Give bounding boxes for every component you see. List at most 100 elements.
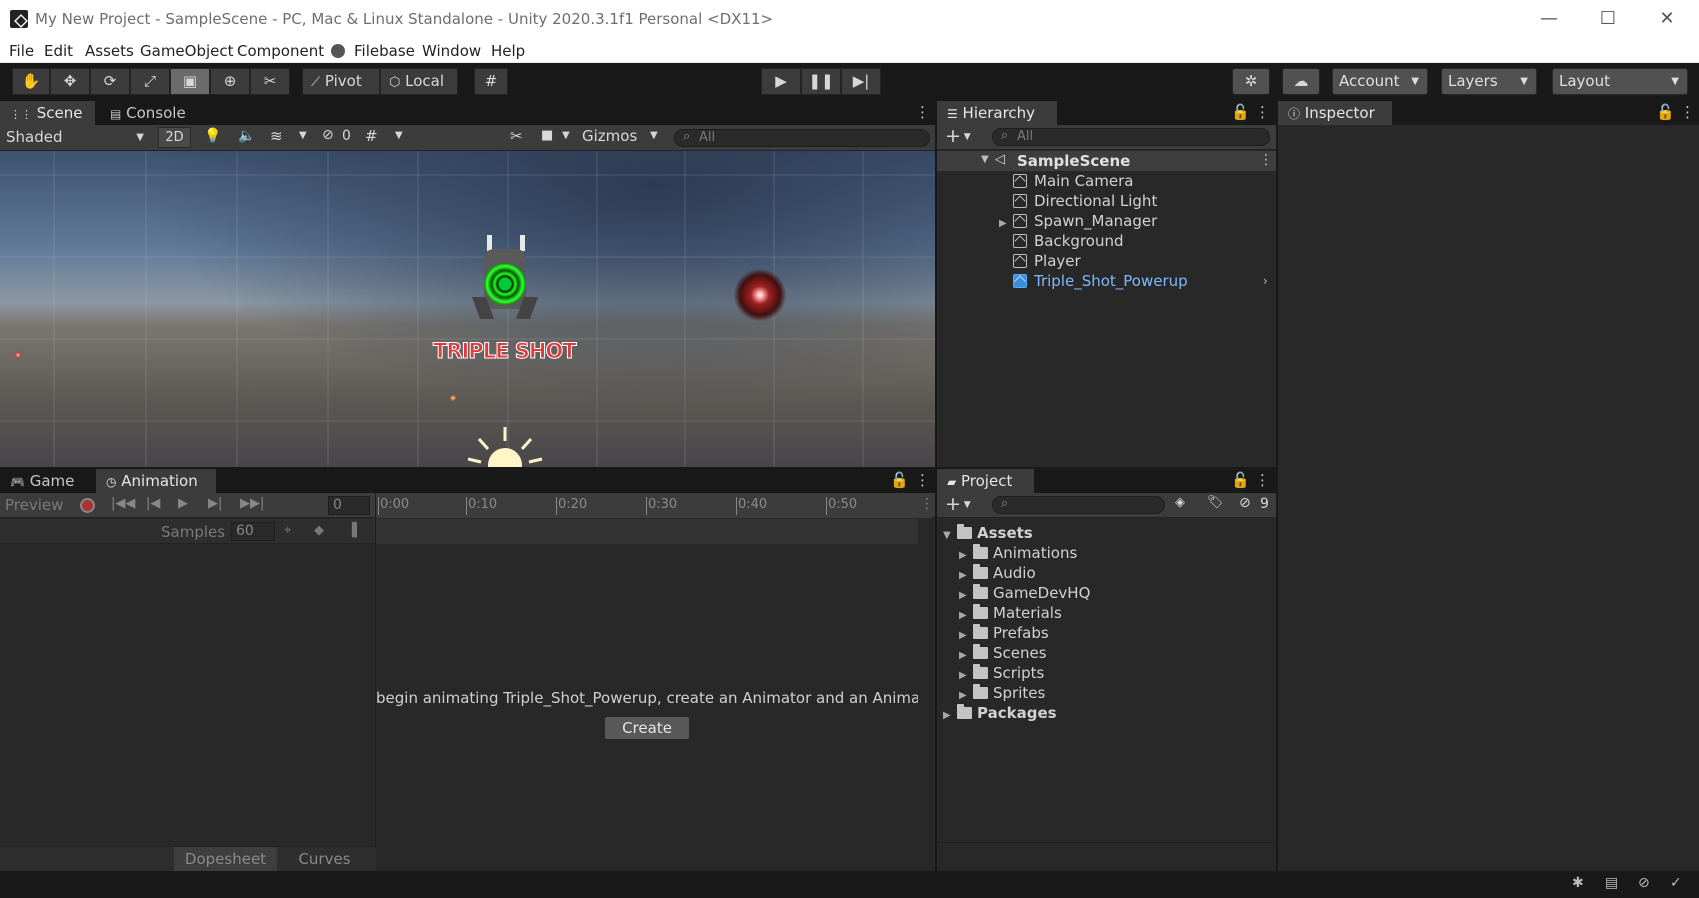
- camera-icon[interactable]: ■: [541, 128, 553, 143]
- transform-tool-button[interactable]: ⊕: [210, 68, 250, 95]
- project-folder-scenes[interactable]: ▶ Scenes: [959, 644, 1047, 663]
- expand-arrow-icon[interactable]: ▶: [959, 606, 973, 625]
- progress-check-icon[interactable]: ✓: [1670, 875, 1682, 891]
- preview-toggle[interactable]: Preview: [5, 496, 63, 514]
- tab-project[interactable]: ▰ Project: [937, 469, 1034, 493]
- local-toggle[interactable]: ⬡ Local: [380, 68, 458, 95]
- grid-dropdown-arrow-icon[interactable]: ▼: [395, 130, 403, 141]
- dopesheet-tab[interactable]: Dopesheet: [174, 847, 277, 871]
- add-event-icon[interactable]: ▌: [352, 523, 362, 538]
- expand-arrow-icon[interactable]: ▶: [959, 586, 973, 605]
- project-assets-root[interactable]: ▼ Assets: [943, 524, 1033, 543]
- menu-gameobject[interactable]: GameObject: [140, 42, 234, 60]
- inspector-lock-icon[interactable]: 🔓: [1656, 103, 1675, 121]
- tab-game[interactable]: 🎮 Game: [0, 469, 84, 493]
- scene-menu-icon[interactable]: ⋮: [915, 103, 930, 121]
- search-by-type-icon[interactable]: ◈: [1175, 495, 1185, 510]
- anim-play-icon[interactable]: ▶: [178, 496, 188, 511]
- scale-tool-button[interactable]: ⤢: [130, 68, 170, 95]
- expand-arrow-icon[interactable]: ▶: [999, 214, 1013, 233]
- camera-dropdown-arrow-icon[interactable]: ▼: [562, 130, 570, 141]
- layers-dropdown[interactable]: Layers ▼: [1441, 68, 1537, 95]
- record-icon[interactable]: [80, 498, 95, 513]
- shading-mode-dropdown[interactable]: Shaded ▼: [0, 125, 150, 150]
- services-button[interactable]: ✲: [1232, 68, 1270, 95]
- animation-menu-icon[interactable]: ⋮: [915, 471, 930, 489]
- project-packages-root[interactable]: ▶ Packages: [943, 704, 1057, 723]
- expand-arrow-icon[interactable]: ▶: [959, 666, 973, 685]
- hierarchy-item-triple-shot-powerup[interactable]: Triple_Shot_Powerup: [1013, 272, 1188, 291]
- expand-arrow-icon[interactable]: ▶: [943, 706, 957, 725]
- hierarchy-search-input[interactable]: All: [992, 128, 1270, 146]
- scene-tools-icon[interactable]: ✂: [510, 127, 523, 145]
- last-key-icon[interactable]: ▶▶|: [240, 496, 264, 511]
- expand-arrow-icon[interactable]: ▶: [959, 566, 973, 585]
- hand-tool-button[interactable]: ✋: [12, 68, 50, 95]
- minimize-button[interactable]: —: [1526, 6, 1572, 32]
- tab-console[interactable]: ▤ Console: [100, 101, 196, 125]
- samples-field[interactable]: 60: [231, 522, 275, 541]
- menu-help[interactable]: Help: [491, 42, 525, 60]
- hierarchy-item-background[interactable]: Background: [1013, 232, 1124, 251]
- project-folder-materials[interactable]: ▶ Materials: [959, 604, 1062, 623]
- scene-menu-icon[interactable]: ⋮: [1259, 152, 1273, 168]
- tab-animation[interactable]: ◷ Animation: [96, 469, 216, 493]
- pause-button[interactable]: ❚❚: [801, 68, 841, 95]
- event-lane[interactable]: [376, 519, 918, 544]
- search-by-label-icon[interactable]: 🏷: [1207, 495, 1224, 510]
- play-button[interactable]: ▶: [761, 68, 801, 95]
- hierarchy-menu-icon[interactable]: ⋮: [1255, 103, 1270, 121]
- expand-arrow-icon[interactable]: ▶: [959, 686, 973, 705]
- hidden-packages-icon[interactable]: ⊘: [1239, 495, 1251, 511]
- project-search-input[interactable]: [992, 496, 1165, 514]
- project-folder-audio[interactable]: ▶ Audio: [959, 564, 1036, 583]
- inspector-menu-icon[interactable]: ⋮: [1680, 103, 1695, 121]
- step-button[interactable]: ▶|: [841, 68, 881, 95]
- filter-keyframe-icon[interactable]: ⌖: [284, 523, 291, 538]
- hierarchy-item-main-camera[interactable]: Main Camera: [1013, 172, 1133, 191]
- rect-tool-button[interactable]: ▣: [170, 68, 210, 95]
- curves-tab[interactable]: Curves: [277, 847, 372, 871]
- project-folder-gamedevhq[interactable]: ▶ GameDevHQ: [959, 584, 1090, 603]
- next-key-icon[interactable]: ▶|: [208, 496, 222, 511]
- menu-file[interactable]: File: [9, 42, 34, 60]
- hidden-objects-icon[interactable]: ⊘: [322, 127, 334, 143]
- expand-arrow-icon[interactable]: ▶: [959, 646, 973, 665]
- expand-arrow-icon[interactable]: ▶: [959, 626, 973, 645]
- rotate-tool-button[interactable]: ⟳: [90, 68, 130, 95]
- expand-arrow-icon[interactable]: ▼: [981, 154, 989, 165]
- add-keyframe-icon[interactable]: ◆: [314, 523, 324, 538]
- project-folder-sprites[interactable]: ▶ Sprites: [959, 684, 1045, 703]
- frame-field[interactable]: 0: [328, 496, 370, 515]
- hierarchy-item-player[interactable]: Player: [1013, 252, 1081, 271]
- prefab-open-arrow-icon[interactable]: ›: [1263, 274, 1268, 288]
- tab-hierarchy[interactable]: ☰ Hierarchy: [937, 101, 1057, 125]
- hierarchy-scene-row[interactable]: ▼ ◁ SampleScene ⋮: [937, 151, 1276, 171]
- scene-search-input[interactable]: All: [674, 129, 930, 147]
- pivot-toggle[interactable]: ⟋ Pivot: [302, 68, 380, 95]
- grid-snap-button[interactable]: #: [474, 68, 508, 95]
- project-folder-scripts[interactable]: ▶ Scripts: [959, 664, 1044, 683]
- first-key-icon[interactable]: |◀◀: [111, 496, 135, 511]
- animation-lock-icon[interactable]: 🔓: [890, 471, 909, 489]
- maximize-button[interactable]: ☐: [1585, 6, 1631, 32]
- prev-key-icon[interactable]: |◀: [146, 496, 160, 511]
- hierarchy-add-button[interactable]: + ▼: [945, 125, 971, 147]
- menu-window[interactable]: Window: [422, 42, 481, 60]
- gizmos-dropdown[interactable]: Gizmos ▼: [578, 127, 666, 145]
- expand-arrow-icon[interactable]: ▼: [943, 526, 957, 545]
- move-tool-button[interactable]: ✥: [50, 68, 90, 95]
- lighting-icon[interactable]: 💡: [204, 128, 221, 144]
- menu-assets[interactable]: Assets: [85, 42, 134, 60]
- debug-bug-icon[interactable]: ✱: [1572, 875, 1584, 891]
- scene-viewport[interactable]: TRIPLE SHOT: [0, 151, 935, 467]
- tab-inspector[interactable]: ⓘ Inspector: [1278, 101, 1392, 125]
- effects-icon[interactable]: ≋: [270, 127, 283, 145]
- collab-button[interactable]: ☁: [1282, 68, 1320, 95]
- auto-generate-lighting-icon[interactable]: ⊘: [1638, 875, 1650, 891]
- create-animation-button[interactable]: Create: [604, 716, 690, 740]
- menu-filebase[interactable]: Filebase: [354, 42, 415, 60]
- project-folder-animations[interactable]: ▶ Animations: [959, 544, 1077, 563]
- menu-component[interactable]: Component: [237, 42, 324, 60]
- close-button[interactable]: ✕: [1644, 6, 1690, 32]
